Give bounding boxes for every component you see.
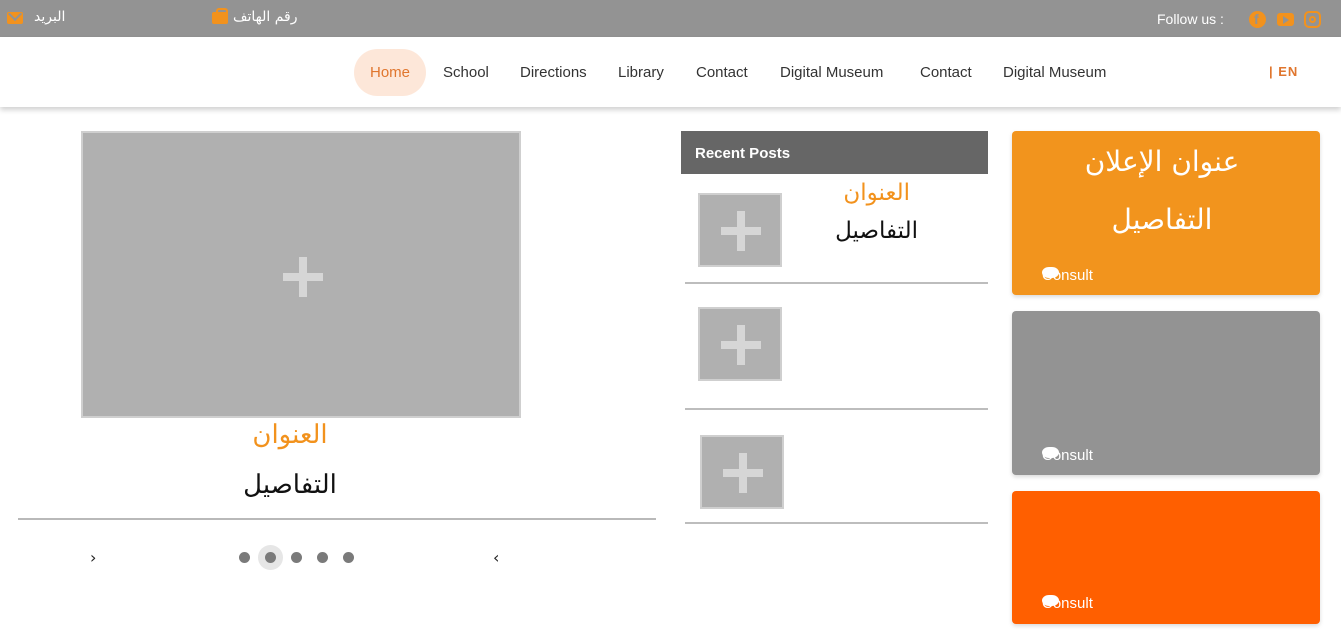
nav-item-digital-museum[interactable]: Digital Museum [780, 49, 883, 96]
plus-icon [283, 257, 323, 297]
slider-divider [18, 518, 656, 520]
top-bar: البريد رقم الهاتف Follow us : [0, 0, 1341, 37]
recent-post-divider [685, 408, 988, 410]
recent-post-thumbnail[interactable] [698, 193, 782, 267]
consult-label: Consult [1042, 267, 1093, 284]
ad-card[interactable]: Consult [1012, 311, 1320, 475]
instagram-icon[interactable] [1304, 11, 1321, 28]
slider-dot[interactable] [239, 552, 250, 563]
plus-icon [721, 325, 761, 365]
follow-us-label: Follow us : [1157, 11, 1224, 27]
language-switch[interactable]: | EN [1269, 64, 1298, 79]
slider-prev-icon[interactable]: ‹ [493, 548, 499, 567]
ad-title: عنوان الإعلان [1084, 145, 1240, 178]
nav-item-directions[interactable]: Directions [520, 49, 587, 96]
ad-card[interactable]: عنوان الإعلان التفاصيل Consult [1012, 131, 1320, 295]
slider-dot-active[interactable] [265, 552, 276, 563]
plus-icon [723, 453, 763, 493]
consult-label: Consult [1042, 447, 1093, 464]
plus-icon [721, 211, 761, 251]
slider-dot[interactable] [317, 552, 328, 563]
facebook-icon[interactable] [1249, 11, 1266, 28]
slider-image[interactable] [81, 131, 521, 418]
mail-icon[interactable] [7, 12, 23, 24]
recent-post-divider [685, 282, 988, 284]
recent-post-title[interactable]: العنوان [790, 180, 910, 206]
ad-details: التفاصيل [1111, 203, 1213, 236]
phone-icon[interactable] [212, 8, 228, 24]
main-nav: Home School Directions Library Contact D… [0, 37, 1341, 107]
nav-item-library[interactable]: Library [618, 49, 664, 96]
mail-label[interactable]: البريد [34, 9, 65, 25]
slider-details: التفاصيل [243, 470, 337, 500]
ad-card[interactable]: Consult [1012, 491, 1320, 624]
slider-dot[interactable] [291, 552, 302, 563]
recent-posts-title: Recent Posts [695, 145, 791, 162]
consult-label: Consult [1042, 595, 1093, 612]
slider-next-icon[interactable]: › [90, 548, 96, 567]
recent-post-thumbnail[interactable] [700, 435, 784, 509]
nav-item-digital-museum-2[interactable]: Digital Museum [1003, 49, 1106, 96]
recent-posts-header: Recent Posts [681, 131, 988, 174]
recent-post-details: التفاصيل [835, 218, 918, 244]
phone-label[interactable]: رقم الهاتف [233, 9, 297, 25]
nav-item-school[interactable]: School [443, 49, 489, 96]
slider-title[interactable]: العنوان [160, 420, 420, 450]
nav-item-contact[interactable]: Contact [696, 49, 748, 96]
slider-dot[interactable] [343, 552, 354, 563]
nav-item-home[interactable]: Home [354, 49, 427, 96]
recent-post-thumbnail[interactable] [698, 307, 782, 381]
nav-item-contact-2[interactable]: Contact [920, 49, 972, 96]
recent-post-divider [685, 522, 988, 524]
youtube-icon[interactable] [1277, 13, 1294, 26]
